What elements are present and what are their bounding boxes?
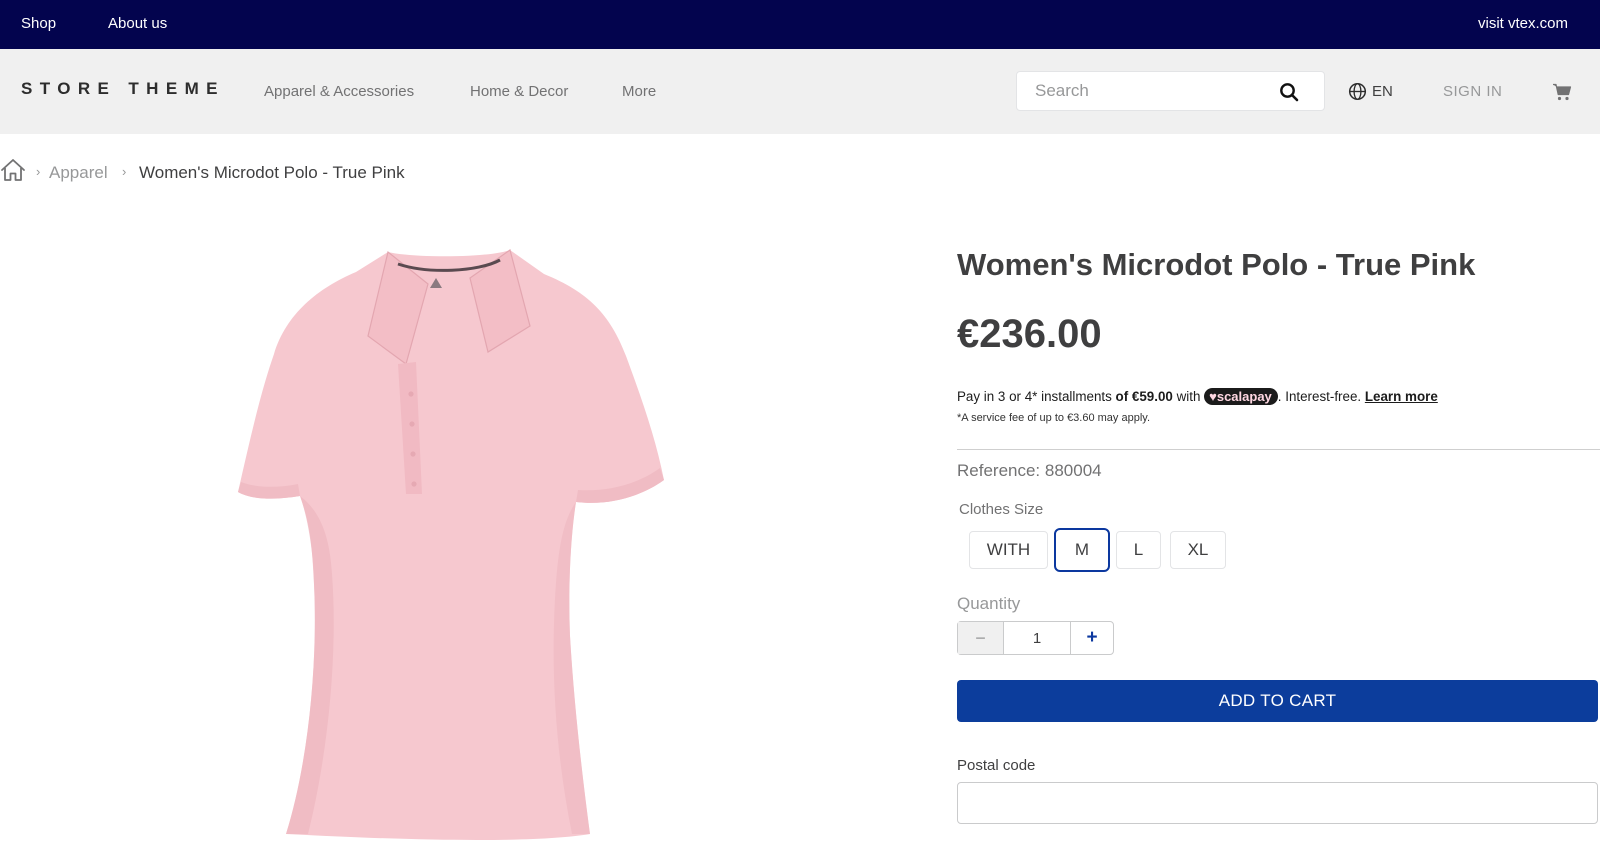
installments-with: with xyxy=(1172,389,1205,404)
nav-apparel-accessories[interactable]: Apparel & Accessories xyxy=(264,83,414,100)
divider xyxy=(957,449,1600,450)
size-option-with[interactable]: WITH xyxy=(969,531,1048,569)
product-reference: Reference: 880004 xyxy=(957,461,1102,480)
learn-more-link[interactable]: Learn more xyxy=(1365,389,1438,404)
topbar-link-about[interactable]: About us xyxy=(108,15,167,32)
store-logo[interactable]: STORE THEME xyxy=(21,79,225,99)
top-bar: Shop About us visit vtex.com xyxy=(0,0,1600,49)
quantity-value[interactable]: 1 xyxy=(1004,622,1070,654)
breadcrumb-separator: › xyxy=(36,164,41,179)
add-to-cart-button[interactable]: ADD TO CART xyxy=(957,680,1598,722)
topbar-link-shop[interactable]: Shop xyxy=(21,15,56,32)
installments-prefix: Pay in 3 or 4* installments xyxy=(957,389,1116,404)
main-header: STORE THEME Apparel & Accessories Home &… xyxy=(0,49,1600,134)
size-option-xl[interactable]: XL xyxy=(1170,531,1226,569)
language-label: EN xyxy=(1372,83,1393,100)
sign-in-button[interactable]: SIGN IN xyxy=(1443,83,1502,100)
scalapay-label: scalapay xyxy=(1216,389,1272,404)
service-fee-note: *A service fee of up to €3.60 may apply. xyxy=(957,412,1151,424)
quantity-increase-button[interactable]: + xyxy=(1070,622,1113,654)
quantity-label: Quantity xyxy=(957,594,1021,613)
installments-amount: of €59.00 xyxy=(1115,389,1173,404)
installments-suffix: . Interest-free. xyxy=(1277,389,1365,404)
postal-code-input[interactable] xyxy=(957,782,1598,824)
search-box xyxy=(1016,71,1325,111)
product-title: Women's Microdot Polo - True Pink xyxy=(957,247,1476,282)
breadcrumb-separator: › xyxy=(122,164,127,179)
globe-icon xyxy=(1348,82,1367,101)
cart-icon[interactable] xyxy=(1552,82,1572,102)
postal-code-label: Postal code xyxy=(957,757,1036,774)
nav-more[interactable]: More xyxy=(622,83,656,100)
visit-vtex-link[interactable]: visit vtex.com xyxy=(1478,15,1568,32)
size-option-m[interactable]: M xyxy=(1054,528,1110,572)
size-label: Clothes Size xyxy=(959,501,1044,518)
search-icon[interactable] xyxy=(1279,82,1299,102)
breadcrumb-category[interactable]: Apparel xyxy=(49,163,108,183)
product-price: €236.00 xyxy=(957,312,1102,356)
product-image[interactable] xyxy=(238,244,678,846)
quantity-decrease-button[interactable]: − xyxy=(958,622,1004,654)
installments-info: Pay in 3 or 4* installments of €59.00 wi… xyxy=(957,388,1438,405)
home-icon[interactable] xyxy=(0,158,26,182)
nav-home-decor[interactable]: Home & Decor xyxy=(470,83,568,100)
scalapay-logo: ♥scalapay xyxy=(1204,388,1278,405)
quantity-stepper: − 1 + xyxy=(957,621,1114,655)
size-option-l[interactable]: L xyxy=(1116,531,1161,569)
search-input[interactable] xyxy=(1017,72,1267,110)
breadcrumb-current: Women's Microdot Polo - True Pink xyxy=(139,163,405,182)
